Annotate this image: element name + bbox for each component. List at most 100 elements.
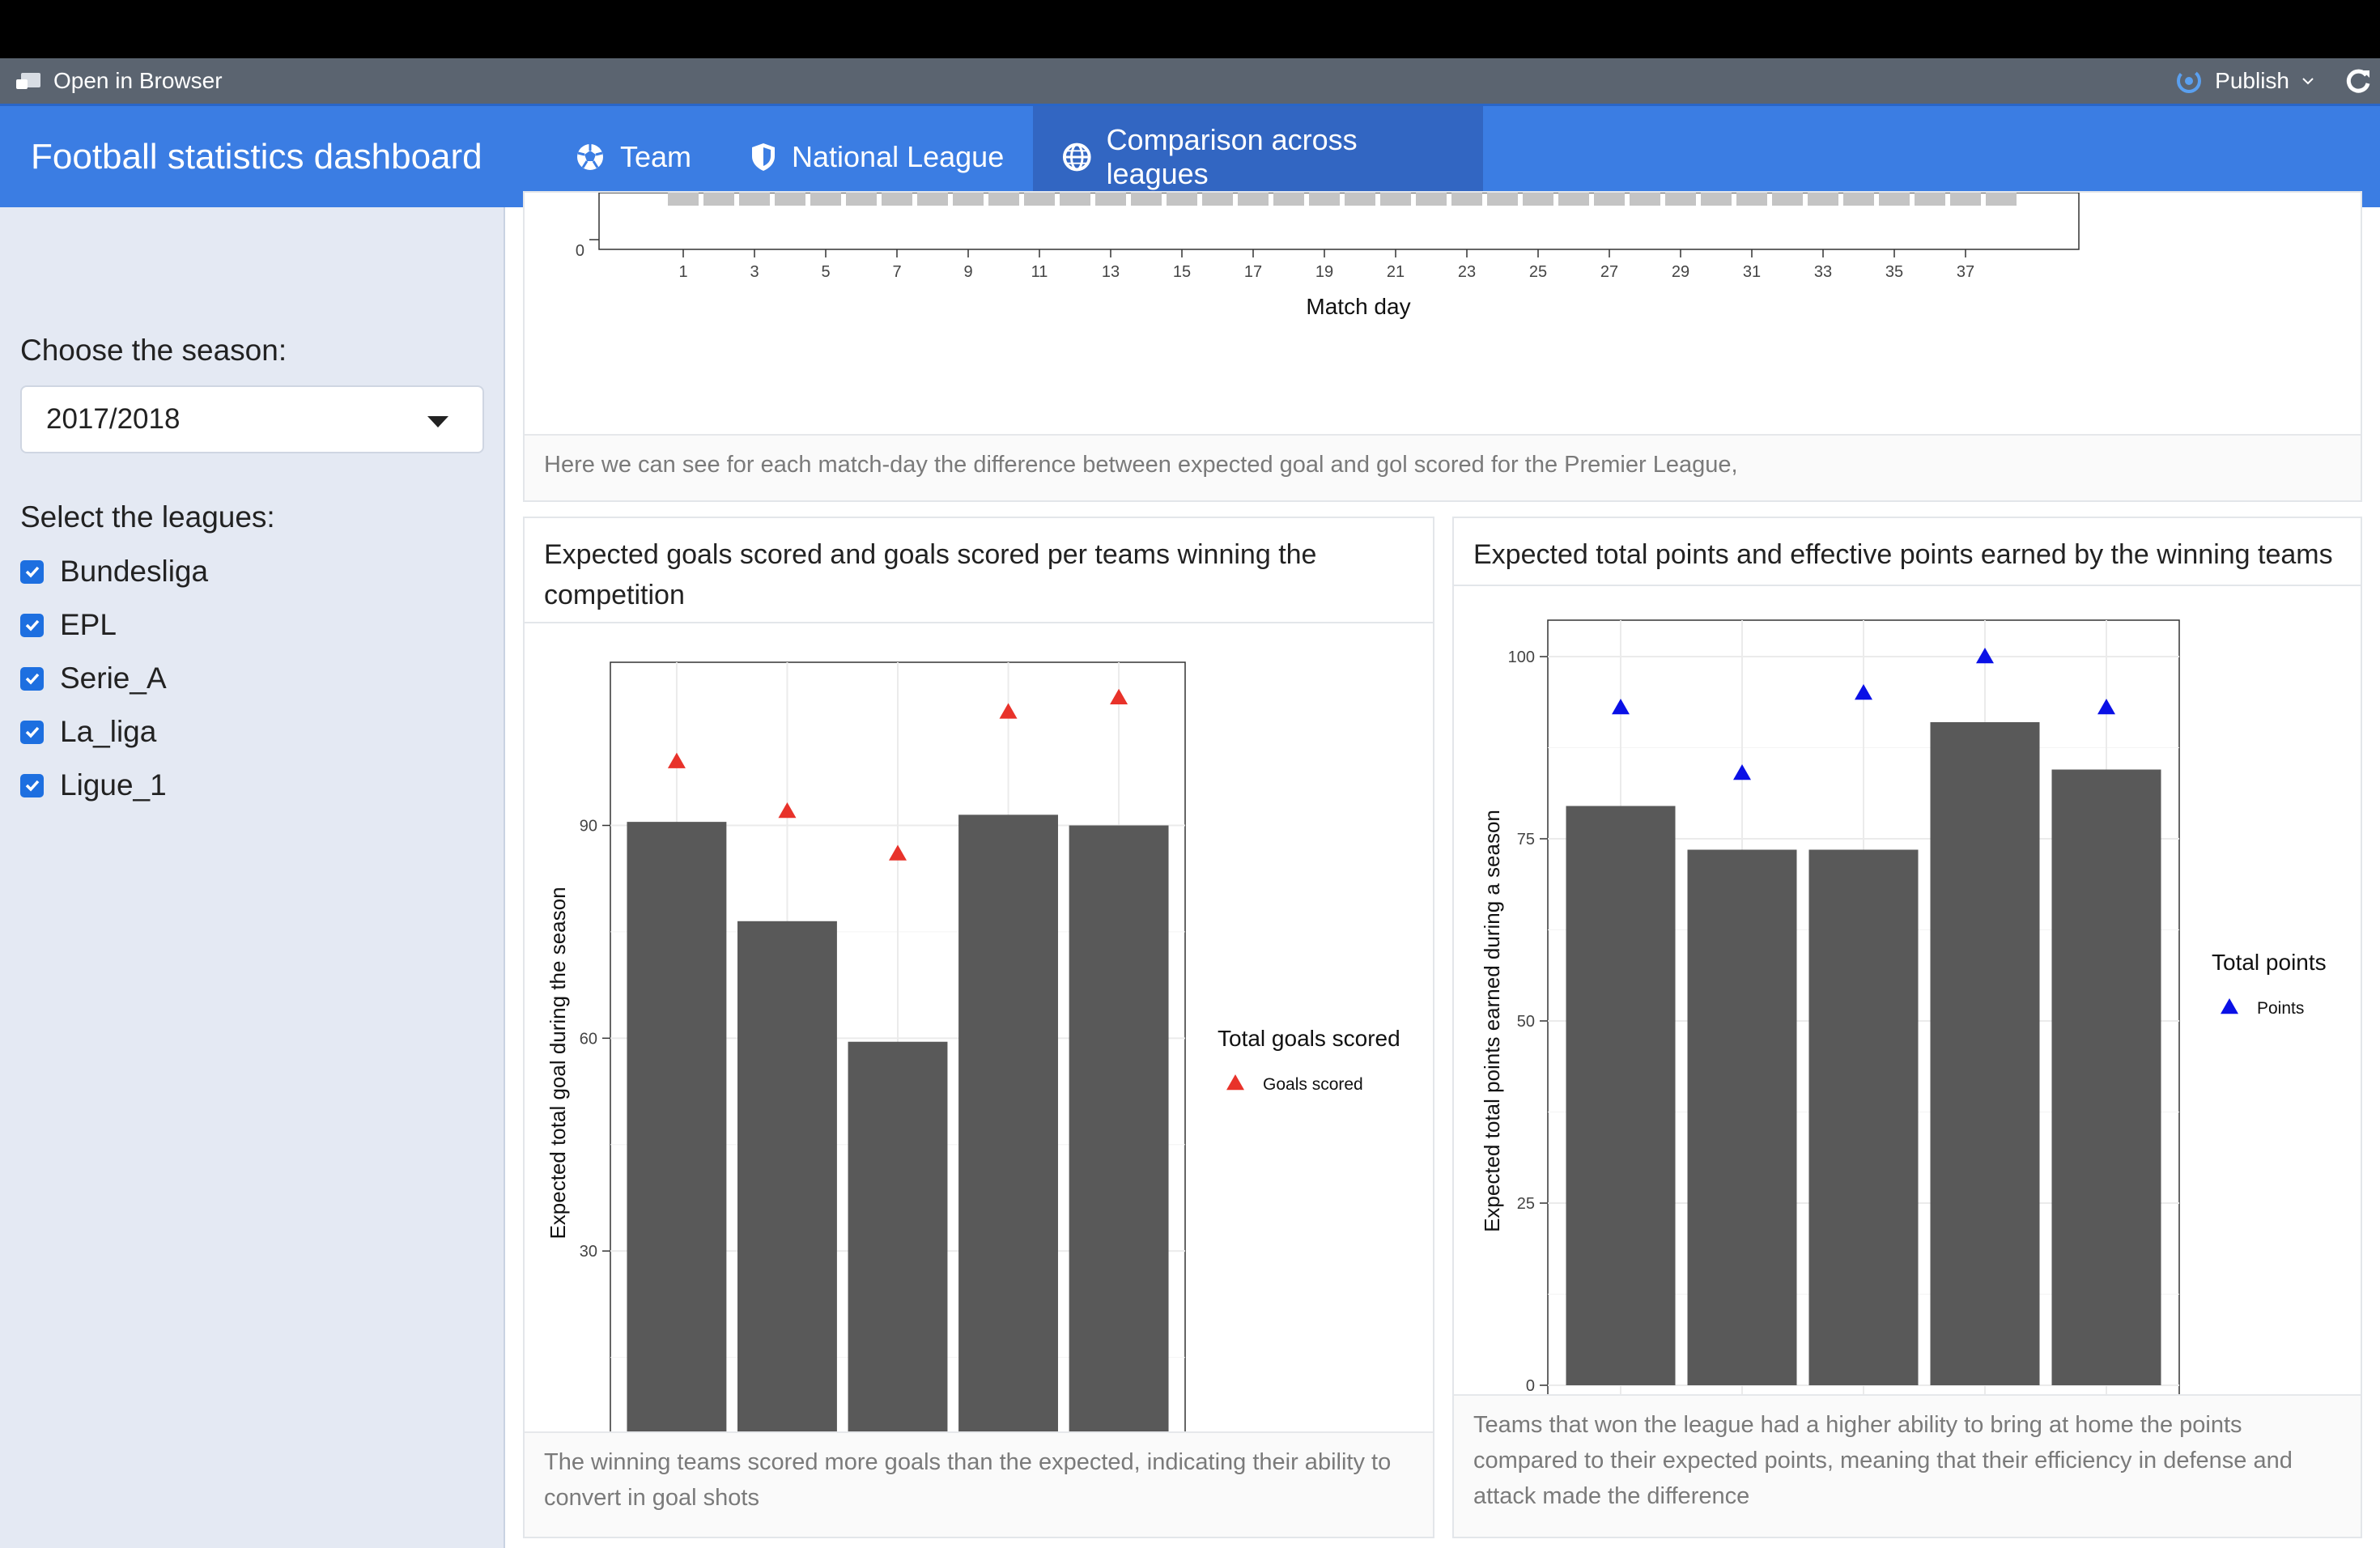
bar [1687,849,1797,1385]
matchday-bar [1309,193,1340,206]
goals-card-caption: The winning teams scored more goals than… [525,1431,1433,1537]
points-card-title: Expected total points and effective poin… [1454,518,2361,586]
checkbox-checked-icon[interactable] [20,773,44,797]
legend-label: Points [2257,999,2304,1018]
matchday-bar [739,193,770,206]
checkbox-checked-icon[interactable] [20,720,44,744]
window-top-bar [0,0,2380,58]
x-tick-label: 9 [963,263,972,281]
matchday-bar [953,193,984,206]
matchday-bar [1879,193,1910,206]
x-tick-label: 25 [1529,263,1547,281]
matchday-bar [1131,193,1162,206]
refresh-icon [2346,69,2370,93]
goals-card-title: Expected goals scored and goals scored p… [525,518,1433,623]
league-checkbox-la-liga[interactable]: La_liga [20,712,156,752]
y-tick-label: 50 [1517,1013,1535,1031]
league-label: Bundesliga [60,555,209,588]
shiny-app: Football statistics dashboard Team Natio… [0,104,2380,1548]
x-tick-label: 31 [1743,263,1761,281]
matchday-chart: 1 3 5 7 9 11 13 15 17 19 21 23 25 27 29 31 33 35 37 0 Matc… [576,193,2080,319]
league-checkbox-ligue-1[interactable]: Ligue_1 [20,765,167,806]
matchday-bar [917,193,948,206]
points-card: Expected total points and effective poin… [1452,517,2362,1538]
y-tick-label: 90 [580,818,597,836]
league-label: La_liga [60,715,157,748]
publish-button[interactable]: Publish [2174,65,2315,97]
x-tick-label: 5 [821,263,830,281]
matchday-bar [988,193,1019,206]
x-axis-title: Match day [1306,294,1410,319]
matchday-bar [775,193,805,206]
matchday-bar [1024,193,1055,206]
matchday-bar [1915,193,1945,206]
bar [1808,849,1919,1385]
refresh-button[interactable] [2344,65,2372,97]
league-label: Serie_A [60,661,167,695]
y-tick-label: 30 [580,1243,597,1261]
shield-icon [752,142,775,171]
x-tick-label: 37 [1957,263,1974,281]
publish-label: Publish [2215,68,2289,93]
matchday-bar [810,193,841,206]
x-tick-label: 29 [1672,263,1689,281]
y-axis-title: Expected total points earned during a se… [1480,810,1504,1232]
matchday-bar [1345,193,1375,206]
y-tick-label: 75 [1517,831,1535,848]
bar [848,1041,948,1464]
matchday-bar [1380,193,1411,206]
matchday-card: 1 3 5 7 9 11 13 15 17 19 21 23 25 27 29 31 33 35 37 0 Matc… [523,191,2362,502]
matchday-bar [1273,193,1304,206]
open-in-browser-label: Open in Browser [53,68,223,93]
legend-marker [2221,998,2238,1014]
tab-team-label: Team [620,139,692,173]
matchday-bar [1238,193,1269,206]
matchday-bar [1095,193,1126,206]
bar [737,921,837,1464]
league-checkbox-epl[interactable]: EPL [20,605,117,645]
matchday-bar [1060,193,1090,206]
points-card-caption: Teams that won the league had a higher a… [1454,1394,2361,1537]
x-tick-label: 23 [1458,263,1476,281]
x-tick-label: 27 [1600,263,1618,281]
x-tick-label: 33 [1814,263,1832,281]
season-select[interactable]: 2017/2018 [20,385,484,453]
app-title: Football statistics dashboard [31,136,482,176]
league-checkbox-serie-a[interactable]: Serie_A [20,658,167,699]
y-tick-label: 0 [1526,1377,1535,1395]
tab-national-league-label: National League [792,139,1005,173]
x-tick-label: 15 [1173,263,1191,281]
publish-icon [2177,69,2202,93]
y-tick-label: 25 [1517,1195,1535,1213]
matchday-bar [1665,193,1696,206]
caret-down-icon [427,416,448,427]
y-tick-label: 60 [580,1030,597,1048]
checkbox-checked-icon[interactable] [20,559,44,584]
x-tick-label: 11 [1031,263,1048,281]
league-label: EPL [60,608,117,641]
open-in-browser-button[interactable]: Open in Browser [15,65,223,97]
points-chart: 0255075100BarcelonaBayern MunichJuventus… [1480,619,2327,1454]
x-tick-label: 35 [1885,263,1903,281]
x-tick-label: 3 [750,263,759,281]
legend-label: Goals scored [1263,1075,1363,1094]
y-axis-title: Expected total goal during the season [546,887,570,1239]
checkbox-checked-icon[interactable] [20,666,44,691]
bar [627,822,727,1464]
matchday-bar [668,193,699,206]
checkbox-checked-icon[interactable] [20,613,44,637]
matchday-bar [882,193,912,206]
sidebar: Choose the season: 2017/2018 Select the … [0,207,505,1548]
x-tick-label: 21 [1387,263,1405,281]
matchday-bar [1772,193,1803,206]
matchday-bar [1487,193,1518,206]
leagues-label: Select the leagues: [20,500,275,534]
open-browser-icon [16,73,40,89]
goals-card: Expected goals scored and goals scored p… [523,517,1434,1538]
season-select-value: 2017/2018 [46,403,181,435]
football-icon [577,143,603,170]
matchday-bar [1808,193,1838,206]
matchday-bar [1701,193,1732,206]
x-tick-label: 1 [678,263,687,281]
league-checkbox-bundesliga[interactable]: Bundesliga [20,551,208,592]
